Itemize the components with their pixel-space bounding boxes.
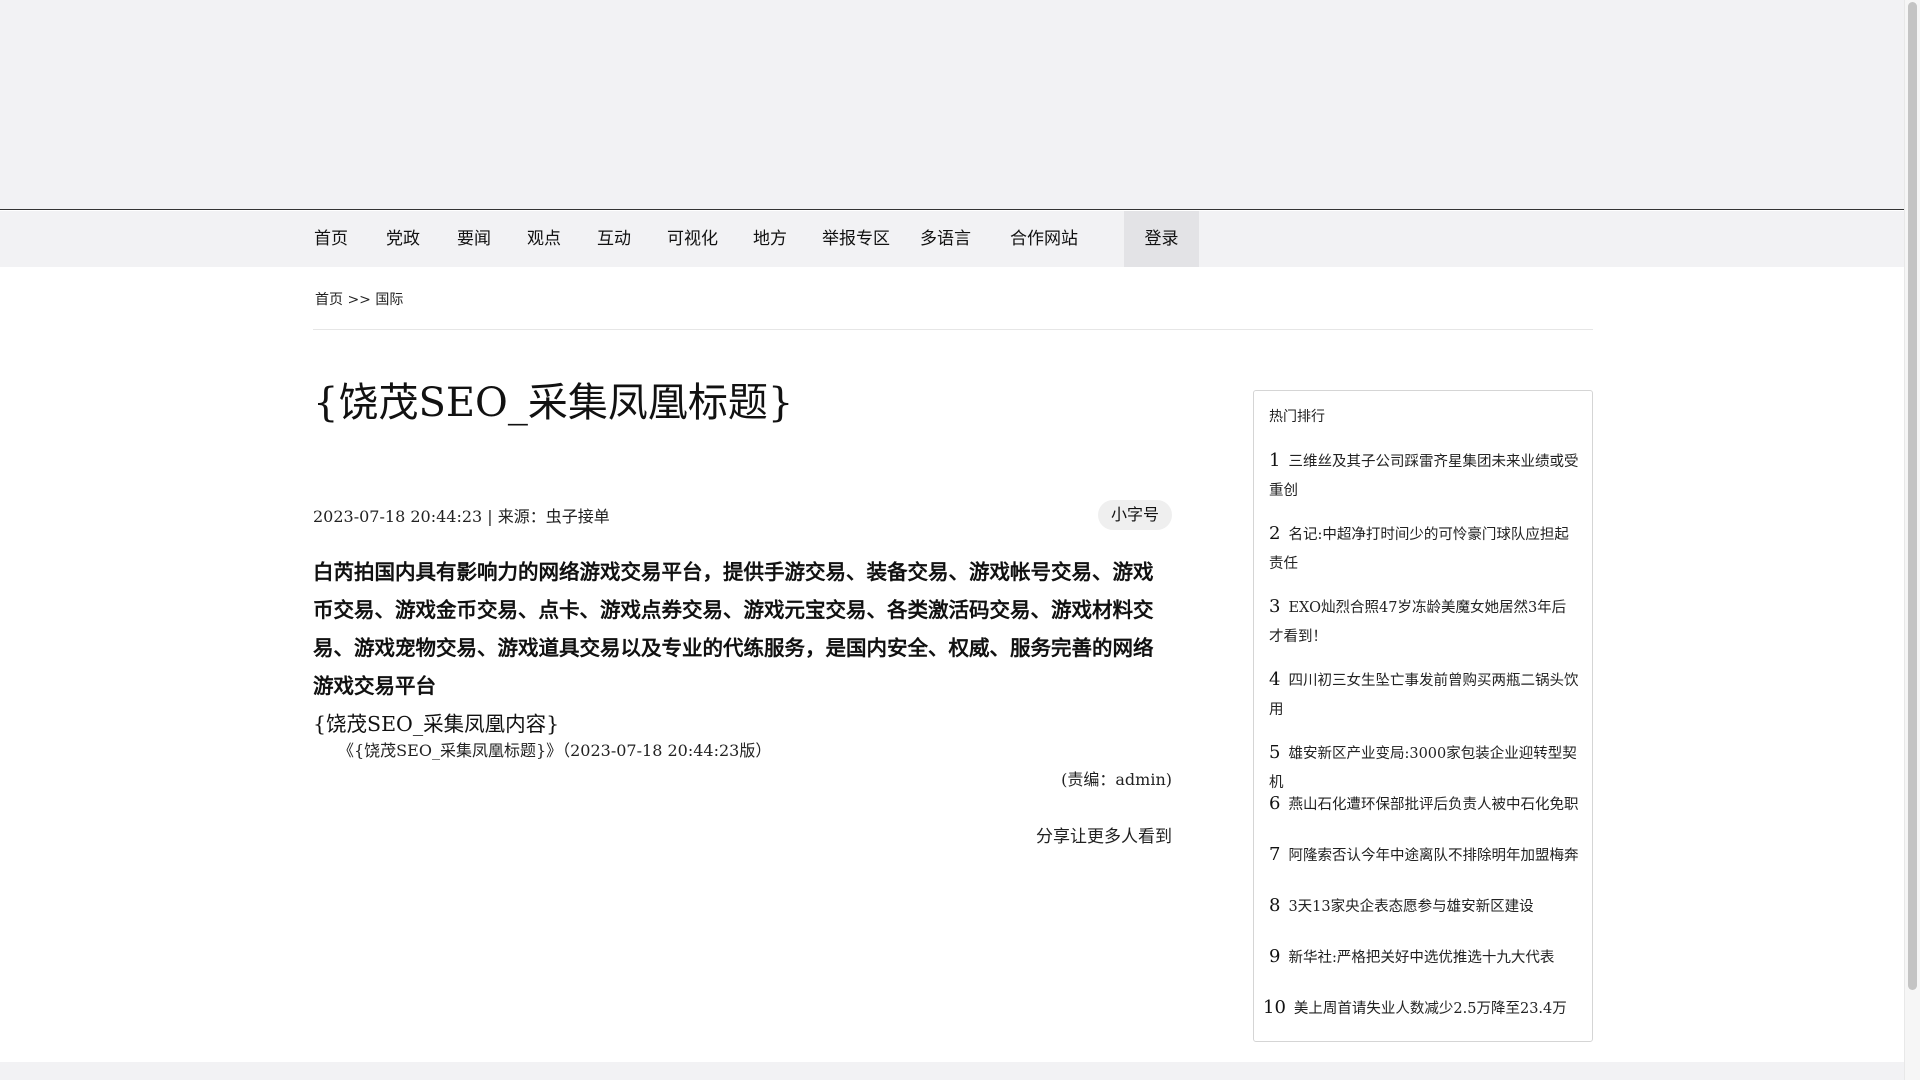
- nav-item-report[interactable]: 举报专区: [822, 211, 890, 267]
- main-nav: 首页 党政 要闻 观点 互动 可视化 地方 举报专区 多语言 合作网站 登录: [0, 211, 1905, 267]
- hot-item-text: 名记:中超净打时间少的可怜豪门球队应担起责任: [1269, 527, 1569, 572]
- scrollbar-thumb[interactable]: [1908, 2, 1917, 990]
- hot-item-text: 3天13家央企表态愿参与雄安新区建设: [1288, 899, 1534, 915]
- breadcrumb-divider: [313, 329, 1593, 330]
- hot-item-rank: 6: [1269, 793, 1281, 814]
- hot-item-text: 雄安新区产业变局:3000家包装企业迎转型契机: [1269, 746, 1577, 791]
- nav-item-party[interactable]: 党政: [386, 211, 420, 267]
- hot-item-text: 美上周首请失业人数减少2.5万降至23.4万: [1293, 1001, 1567, 1017]
- hot-item-rank: 1: [1269, 450, 1281, 471]
- hot-item-text: 新华社:严格把关好中选优推选十九大代表: [1288, 950, 1555, 966]
- nav-item-opinion[interactable]: 观点: [527, 211, 561, 267]
- page: 首页 党政 要闻 观点 互动 可视化 地方 举报专区 多语言 合作网站 登录 首…: [0, 0, 1920, 1080]
- hot-item[interactable]: 7 阿隆索否认今年中途离队不排除明年加盟梅奔: [1269, 840, 1579, 871]
- breadcrumb: 首页 >> 国际: [315, 289, 403, 309]
- hot-item[interactable]: 1 三维丝及其子公司踩雷齐星集团未来业绩或受重创: [1269, 446, 1579, 506]
- hot-item[interactable]: 9 新华社:严格把关好中选优推选十九大代表: [1269, 942, 1579, 973]
- hot-item-rank: 5: [1269, 742, 1281, 763]
- hot-item[interactable]: 8 3天13家央企表态愿参与雄安新区建设: [1269, 891, 1579, 922]
- hot-item-rank: 7: [1269, 844, 1281, 865]
- breadcrumb-current[interactable]: 国际: [375, 292, 403, 308]
- footer-strip: [0, 1062, 1905, 1080]
- hot-item-rank: 3: [1269, 596, 1281, 617]
- nav-item-partners[interactable]: 合作网站: [1010, 211, 1078, 267]
- nav-item-languages[interactable]: 多语言: [920, 211, 971, 267]
- header-banner: [0, 0, 1905, 210]
- article-editor: (责编：admin): [1061, 770, 1172, 789]
- hot-ranking-title: 热门排行: [1269, 409, 1325, 425]
- article-body: 白芮拍国内具有影响力的网络游戏交易平台，提供手游交易、装备交易、游戏帐号交易、游…: [313, 553, 1173, 743]
- page-scrollbar[interactable]: [1904, 0, 1920, 1080]
- nav-item-local[interactable]: 地方: [753, 211, 787, 267]
- article-edition: 《{饶茂SEO_采集凤凰标题}》（2023-07-18 20:44:23版）: [338, 741, 772, 760]
- nav-item-interaction[interactable]: 互动: [597, 211, 631, 267]
- hot-item-text: 阿隆索否认今年中途离队不排除明年加盟梅奔: [1288, 848, 1579, 864]
- breadcrumb-separator: >>: [347, 292, 371, 308]
- hot-item-rank: 8: [1269, 895, 1281, 916]
- hot-ranking-panel: 热门排行 1 三维丝及其子公司踩雷齐星集团未来业绩或受重创 2 名记:中超净打时间少…: [1253, 390, 1593, 1042]
- hot-item-text: EXO灿烈合照47岁冻龄美魔女她居然3年后才看到！: [1269, 600, 1567, 645]
- article-content-token: {饶茂SEO_采集凤凰内容}: [313, 712, 560, 736]
- hot-item[interactable]: 4 四川初三女生坠亡事发前曾购买两瓶二锅头饮用: [1269, 665, 1579, 725]
- hot-item-rank: 9: [1269, 946, 1281, 967]
- share-link[interactable]: 分享让更多人看到: [1036, 822, 1172, 847]
- font-size-button[interactable]: 小字号: [1098, 500, 1172, 530]
- hot-item-text: 四川初三女生坠亡事发前曾购买两瓶二锅头饮用: [1269, 673, 1579, 718]
- hot-item-rank: 2: [1269, 523, 1281, 544]
- hot-item-text: 燕山石化遭环保部批评后负责人被中石化免职: [1288, 797, 1579, 813]
- hot-item[interactable]: 10 美上周首请失业人数减少2.5万降至23.4万: [1263, 993, 1573, 1024]
- article-title: {饶茂SEO_采集凤凰标题}: [313, 380, 794, 426]
- nav-item-home[interactable]: 首页: [314, 211, 348, 267]
- nav-item-visualization[interactable]: 可视化: [667, 211, 718, 267]
- hot-item[interactable]: 2 名记:中超净打时间少的可怜豪门球队应担起责任: [1269, 519, 1579, 579]
- hot-item-rank: 4: [1269, 669, 1281, 690]
- hot-item-rank: 10: [1263, 997, 1286, 1018]
- breadcrumb-home[interactable]: 首页: [315, 292, 343, 308]
- nav-item-news[interactable]: 要闻: [457, 211, 491, 267]
- hot-item[interactable]: 3 EXO灿烈合照47岁冻龄美魔女她居然3年后才看到！: [1269, 592, 1579, 652]
- hot-item-text: 三维丝及其子公司踩雷齐星集团未来业绩或受重创: [1269, 454, 1579, 499]
- article-body-text: 白芮拍国内具有影响力的网络游戏交易平台，提供手游交易、装备交易、游戏帐号交易、游…: [313, 560, 1154, 698]
- hot-item[interactable]: 6 燕山石化遭环保部批评后负责人被中石化免职: [1269, 789, 1579, 820]
- login-button[interactable]: 登录: [1124, 211, 1199, 267]
- article-meta: 2023-07-18 20:44:23 | 来源：虫子接单: [313, 507, 610, 526]
